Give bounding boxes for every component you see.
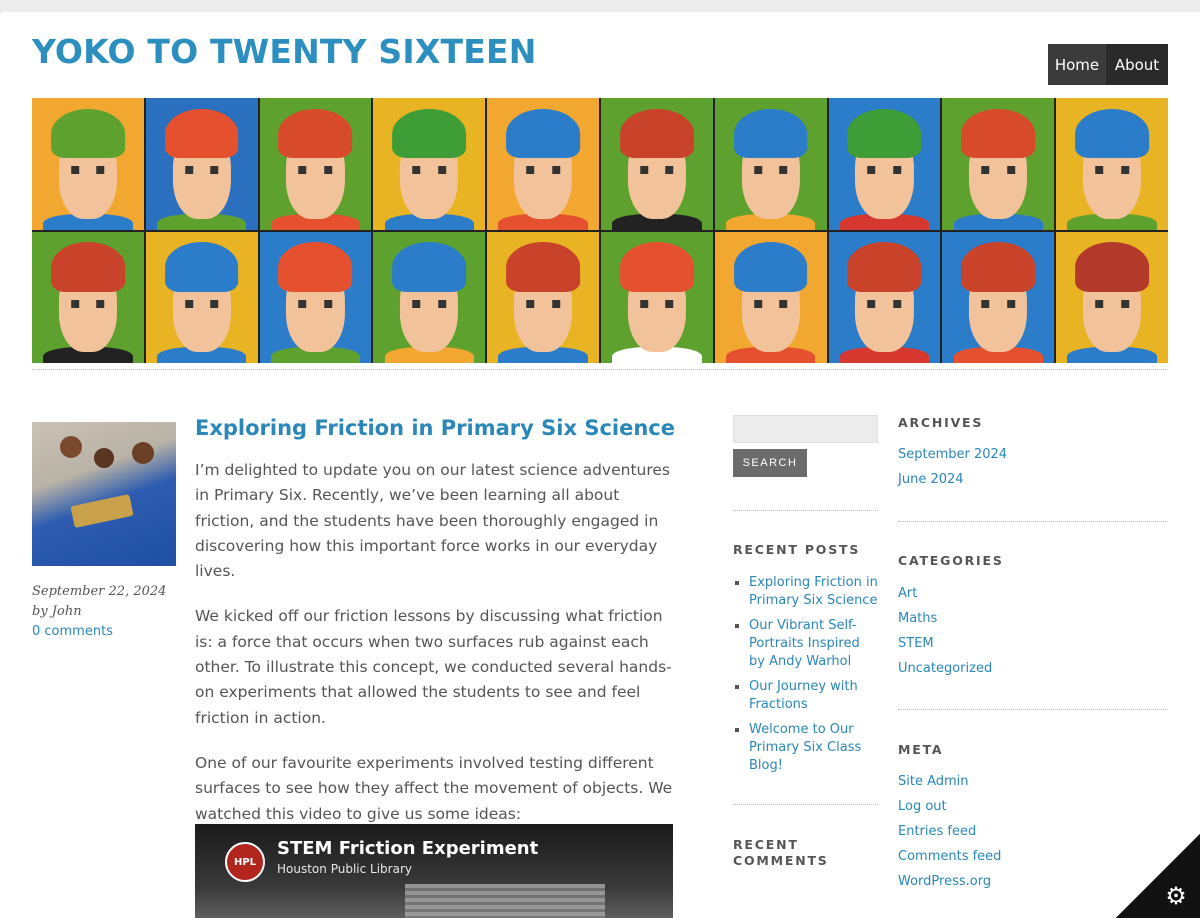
- main-nav: Home About: [1048, 44, 1168, 85]
- category-link[interactable]: Art: [898, 581, 992, 606]
- channel-logo-icon[interactable]: HPL: [225, 842, 265, 882]
- portrait-tile: [714, 231, 827, 363]
- portrait-tile: [32, 231, 144, 363]
- site-title[interactable]: YOKO TO TWENTY SIXTEEN: [32, 32, 537, 71]
- widget-divider: [733, 804, 878, 805]
- portrait-tile: [487, 231, 599, 363]
- meta-link-log-out[interactable]: Log out: [898, 794, 1001, 819]
- recent-comments-heading: RECENT COMMENTS: [733, 837, 829, 868]
- nav-about-link[interactable]: About: [1106, 44, 1168, 85]
- search-button[interactable]: SEARCH: [733, 449, 807, 477]
- portrait-tile: [373, 231, 486, 363]
- meta-heading: META: [898, 742, 944, 757]
- video-channel: Houston Public Library: [277, 862, 412, 876]
- recent-posts-heading: RECENT POSTS: [733, 542, 861, 557]
- video-frame: [405, 884, 605, 918]
- nav-home-link[interactable]: Home: [1048, 44, 1106, 85]
- post-paragraph: One of our favourite experiments involve…: [195, 753, 673, 823]
- portrait-tile: [259, 231, 372, 363]
- video-embed[interactable]: HPL STEM Friction Experiment Houston Pub…: [195, 824, 673, 918]
- categories-list: Art Maths STEM Uncategorized: [898, 581, 992, 681]
- post-content: I’m delighted to update you on our lates…: [195, 458, 675, 847]
- page: YOKO TO TWENTY SIXTEEN Home About Septem…: [0, 12, 1200, 918]
- archives-heading: ARCHIVES: [898, 415, 984, 430]
- portrait-tile: [32, 98, 144, 230]
- portrait-tile: [601, 98, 713, 230]
- archive-link[interactable]: June 2024: [898, 467, 1007, 492]
- portrait-tile: [1056, 231, 1168, 363]
- categories-heading: CATEGORIES: [898, 553, 1004, 568]
- archives-list: September 2024 June 2024: [898, 442, 1007, 492]
- post-meta: September 22, 2024 by John 0 comments: [32, 582, 166, 642]
- portrait-tile: [942, 98, 1055, 230]
- meta-link-site-admin[interactable]: Site Admin: [898, 769, 1001, 794]
- portrait-tile: [1056, 98, 1168, 230]
- widget-divider: [898, 521, 1168, 522]
- archive-link[interactable]: September 2024: [898, 442, 1007, 467]
- recent-posts-list: Exploring Friction in Primary Six Scienc…: [733, 574, 878, 782]
- widget-divider: [898, 709, 1168, 710]
- portrait-tile: [373, 98, 486, 230]
- portrait-tile: [145, 98, 258, 230]
- post-comments-link[interactable]: 0 comments: [32, 622, 166, 642]
- portrait-tile: [259, 98, 372, 230]
- portrait-tile: [942, 231, 1055, 363]
- header-divider: [32, 369, 1168, 370]
- post-paragraph: I’m delighted to update you on our lates…: [195, 461, 670, 581]
- post-date: September 22, 2024: [32, 584, 167, 599]
- post-paragraph: We kicked off our friction lessons by di…: [195, 607, 672, 727]
- meta-link-comments-feed[interactable]: Comments feed: [898, 844, 1001, 869]
- gear-icon[interactable]: ⚙: [1164, 884, 1188, 908]
- post-thumbnail[interactable]: [32, 422, 176, 566]
- portrait-tile: [145, 231, 258, 363]
- search-input[interactable]: [733, 415, 878, 443]
- portrait-tile: [601, 231, 713, 363]
- recent-post-link[interactable]: Welcome to Our Primary Six Class Blog!: [733, 721, 878, 775]
- customize-corner[interactable]: ⚙: [1116, 834, 1200, 918]
- category-link[interactable]: Uncategorized: [898, 656, 992, 681]
- header-banner-image: [32, 98, 1168, 363]
- recent-post-link[interactable]: Exploring Friction in Primary Six Scienc…: [733, 574, 878, 610]
- post-title[interactable]: Exploring Friction in Primary Six Scienc…: [195, 416, 675, 440]
- meta-link-wordpress[interactable]: WordPress.org: [898, 869, 1001, 894]
- category-link[interactable]: STEM: [898, 631, 992, 656]
- widget-divider: [733, 510, 878, 511]
- meta-link-entries-feed[interactable]: Entries feed: [898, 819, 1001, 844]
- portrait-tile: [828, 98, 941, 230]
- category-link[interactable]: Maths: [898, 606, 992, 631]
- portrait-tile: [487, 98, 599, 230]
- post-author: by John: [32, 604, 82, 619]
- video-title[interactable]: STEM Friction Experiment: [277, 838, 538, 859]
- portrait-tile: [828, 231, 941, 363]
- portrait-tile: [714, 98, 827, 230]
- recent-post-link[interactable]: Our Journey with Fractions: [733, 678, 878, 714]
- recent-post-link[interactable]: Our Vibrant Self-Portraits Inspired by A…: [733, 617, 878, 671]
- meta-list: Site Admin Log out Entries feed Comments…: [898, 769, 1001, 894]
